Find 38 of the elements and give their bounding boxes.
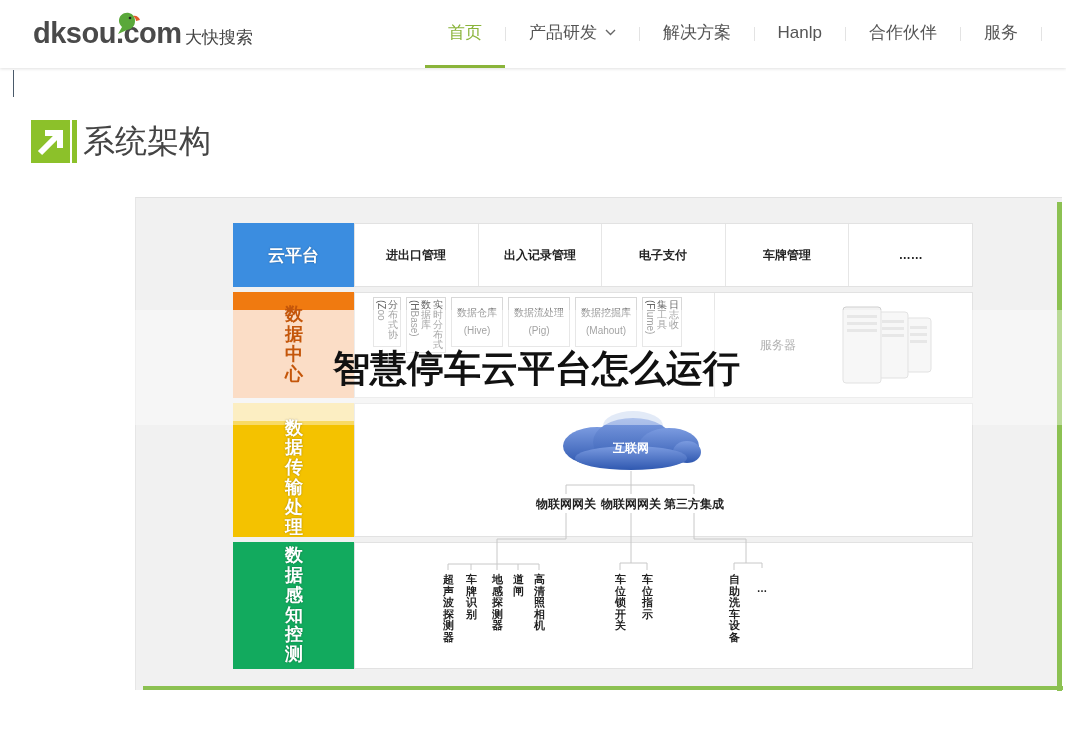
device-label: 车位指示 [641,574,653,621]
nav-tab[interactable]: 合作伙伴 [846,0,960,68]
device-label: 自助洗车设备 [728,574,740,644]
module-cell-text: 进出口管理 [385,246,448,264]
device-label: … [756,582,768,594]
server-label: 服务器 [760,336,796,354]
connector-line [619,512,648,571]
nav-tab[interactable]: 服务 [961,0,1041,68]
banner-title: 智慧停车云平台怎么运行 [333,350,740,387]
gateway-label: 第三方集成 [664,497,724,512]
device-label: 车牌识别 [465,574,477,621]
nav-tab[interactable]: 产品研发 [505,0,639,68]
device-label: 高清照相机 [533,574,545,632]
text-cursor [13,70,14,97]
module-cell: 出入记录管理 [477,224,602,286]
device-label: 道闸 [512,574,524,598]
gateway-label: 物联网网关 [536,497,596,512]
device-label: 超声波探测器 [442,574,454,644]
component-box: 数据流处理 (Pig) [508,297,570,347]
layer-label: 云平台 [233,223,354,287]
layer-label: 数据感知控测 [233,542,354,669]
nav-tab[interactable]: 解决方案 [639,0,754,68]
component-box: 数据仓库 (Hive) [451,297,503,347]
section-title: 系统架构 [83,121,211,161]
module-cell: …… [848,224,972,286]
gateway-label: 物联网网关 [601,497,661,512]
device-label: 地感探测器 [491,574,503,632]
logo-wordmark[interactable]: dksou.com [33,19,182,48]
layer-label: 数据传输处理 [233,403,354,537]
connector-line [693,512,763,571]
nav-tab[interactable]: Hanlp [754,0,845,68]
module-cell: 电子支付 [601,224,725,286]
arrow-icon [31,120,77,163]
module-cell: 车牌管理 [724,224,849,286]
component-box: 数据挖掘库 (Mahout) [575,297,637,347]
network-label: 互联网 [613,440,649,457]
logo-tagline: 大快搜索 [184,29,253,48]
device-label: 车位锁开关 [614,574,626,632]
